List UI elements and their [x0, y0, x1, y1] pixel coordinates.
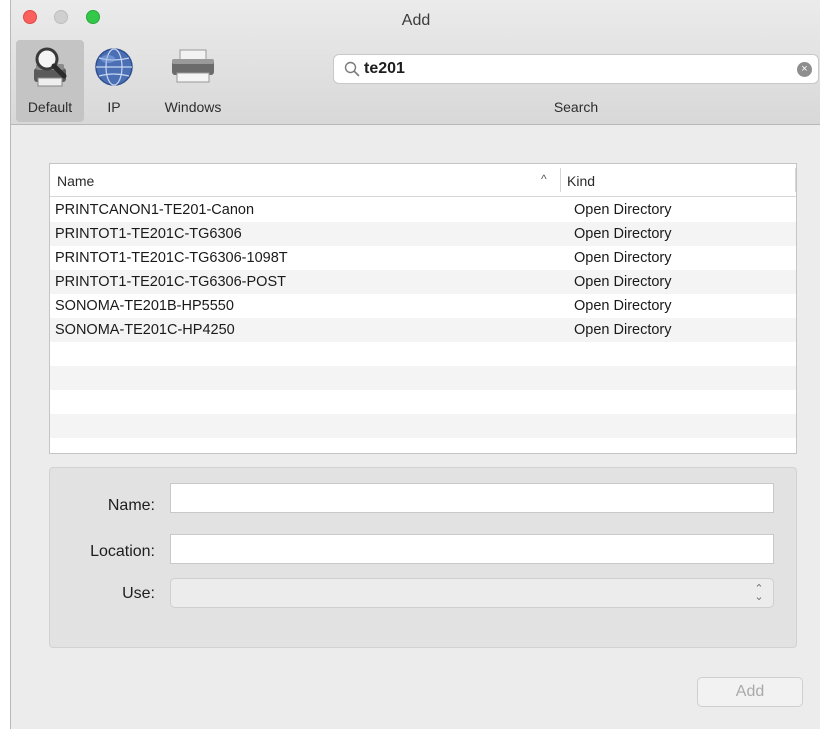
- use-label: Use:: [122, 585, 155, 602]
- printer-name: SONOMA-TE201B-HP5550: [55, 298, 234, 314]
- table-row[interactable]: SONOMA-TE201C-HP4250 Open Directory: [50, 318, 796, 342]
- empty-row: [50, 342, 796, 366]
- table-row[interactable]: PRINTCANON1-TE201-Canon Open Directory: [50, 198, 796, 222]
- use-select[interactable]: ⌃ ⌄: [170, 578, 774, 608]
- printer-kind: Open Directory: [574, 298, 672, 314]
- location-field[interactable]: [170, 534, 774, 564]
- globe-icon: [93, 46, 135, 93]
- toolbar-ip-button[interactable]: IP: [89, 40, 139, 122]
- add-printer-window: Add Default IP Windows te201 × Search Na…: [10, 0, 820, 729]
- toolbar-default-label: Default: [27, 99, 73, 115]
- name-field[interactable]: [170, 483, 774, 513]
- table-row[interactable]: PRINTOT1-TE201C-TG6306 Open Directory: [50, 222, 796, 246]
- toolbar-windows-button[interactable]: Windows: [147, 40, 239, 122]
- toolbar: Add Default IP Windows te201 × Search: [11, 0, 820, 125]
- printer-name: PRINTOT1-TE201C-TG6306: [55, 226, 242, 242]
- toolbar-default-button[interactable]: Default: [16, 40, 84, 122]
- window-title: Add: [401, 12, 431, 29]
- default-printer-magnifier-icon: [28, 46, 72, 95]
- list-header: Name ^ Kind: [50, 164, 796, 197]
- empty-row: [50, 366, 796, 390]
- printer-kind: Open Directory: [574, 226, 672, 242]
- printer-kind: Open Directory: [574, 322, 672, 338]
- clear-icon[interactable]: ×: [797, 62, 812, 77]
- column-header-kind[interactable]: Kind: [567, 173, 595, 189]
- table-row[interactable]: SONOMA-TE201B-HP5550 Open Directory: [50, 294, 796, 318]
- sort-ascending-icon[interactable]: ^: [541, 172, 547, 186]
- column-divider: [795, 168, 796, 192]
- printer-name: PRINTCANON1-TE201-Canon: [55, 202, 255, 218]
- table-row[interactable]: PRINTOT1-TE201C-TG6306-POST Open Directo…: [50, 270, 796, 294]
- printer-name: PRINTOT1-TE201C-TG6306-1098T: [55, 250, 288, 266]
- printer-kind: Open Directory: [574, 274, 672, 290]
- printer-name: SONOMA-TE201C-HP4250: [55, 322, 235, 338]
- magnifier-icon: [344, 61, 360, 82]
- empty-row: [50, 390, 796, 414]
- windows-printer-icon: [168, 46, 218, 91]
- column-header-name[interactable]: Name: [57, 173, 94, 189]
- toolbar-windows-label: Windows: [164, 99, 222, 115]
- up-down-chevron-icon: ⌃ ⌄: [754, 583, 764, 603]
- search-caption: Search: [553, 99, 599, 115]
- column-divider[interactable]: [560, 168, 561, 192]
- table-row[interactable]: PRINTOT1-TE201C-TG6306-1098T Open Direct…: [50, 246, 796, 270]
- empty-row: [50, 414, 796, 438]
- printer-kind: Open Directory: [574, 202, 672, 218]
- location-label: Location:: [90, 543, 155, 560]
- printer-name: PRINTOT1-TE201C-TG6306-POST: [55, 274, 286, 290]
- add-button[interactable]: Add: [697, 677, 803, 707]
- printer-details-panel: Name: Location: Use: ⌃ ⌄: [49, 467, 797, 648]
- printer-list[interactable]: Name ^ Kind PRINTCANON1-TE201-Canon Open…: [49, 163, 797, 454]
- search-input[interactable]: [364, 58, 784, 80]
- toolbar-ip-label: IP: [107, 99, 121, 115]
- search-field[interactable]: ×: [333, 54, 819, 84]
- list-rows: PRINTCANON1-TE201-Canon Open Directory P…: [50, 198, 796, 438]
- printer-kind: Open Directory: [574, 250, 672, 266]
- name-label: Name:: [107, 497, 155, 514]
